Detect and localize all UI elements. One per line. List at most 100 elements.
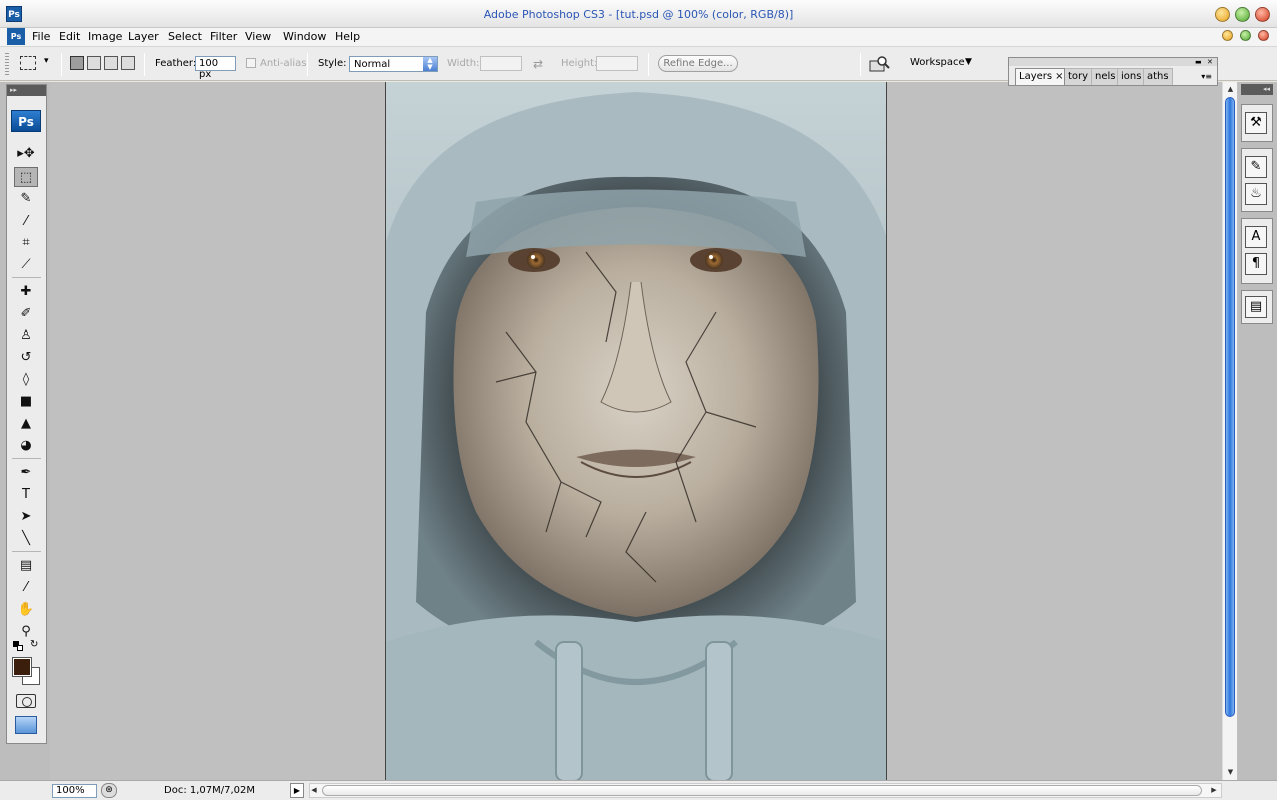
new-selection-icon[interactable]	[70, 56, 84, 70]
slice-tool[interactable]: ⟋	[14, 255, 38, 275]
height-label: Height:	[561, 58, 598, 69]
magic-wand-tool[interactable]: ⁄	[14, 212, 38, 232]
separator	[307, 53, 308, 76]
menu-window[interactable]: Window	[281, 29, 328, 44]
layer-comps-icon[interactable]: ▤	[1245, 296, 1267, 318]
scroll-up-icon[interactable]: ▲	[1223, 85, 1238, 93]
menu-edit[interactable]: Edit	[57, 29, 82, 44]
menu-select[interactable]: Select	[166, 29, 204, 44]
marquee-preset-icon[interactable]	[20, 56, 36, 70]
panel-title-bar[interactable]	[1009, 58, 1217, 66]
intersect-selection-icon[interactable]	[121, 56, 135, 70]
toolbox-collapse-icon[interactable]: ▸▸	[7, 85, 46, 96]
layers-panel: ▬ ✕ Layers × tory nels ions aths ▾≡	[1008, 57, 1218, 86]
eraser-tool[interactable]: ◊	[14, 370, 38, 390]
status-bar: 100% ⊛ Doc: 1,07M/7,02M ▶ ◀ ▶	[0, 780, 1277, 800]
document-canvas[interactable]	[385, 82, 887, 781]
preset-dropdown-arrow[interactable]: ▾	[44, 56, 49, 66]
close-button[interactable]	[1255, 7, 1270, 22]
workspace-dropdown-icon[interactable]: ▼	[965, 57, 972, 67]
menu-layer[interactable]: Layer	[126, 29, 161, 44]
swap-colors-icon[interactable]: ↻	[30, 639, 38, 650]
horizontal-scroll-thumb[interactable]	[322, 785, 1202, 796]
document-close-button[interactable]	[1258, 30, 1269, 41]
swap-width-height-icon[interactable]: ⇄	[533, 57, 543, 71]
panel-close-icon[interactable]: ✕	[1207, 58, 1213, 66]
zoom-field[interactable]: 100%	[52, 784, 97, 798]
tab-history[interactable]: tory	[1064, 68, 1094, 85]
refine-edge-button[interactable]: Refine Edge...	[658, 55, 738, 72]
brush-tool[interactable]: ✐	[14, 304, 38, 324]
tool-separator	[12, 551, 41, 552]
clone-stamp-tool[interactable]: ♙	[14, 326, 38, 346]
style-select[interactable]: Normal ▲ ▼	[349, 56, 438, 72]
screen-mode-icon[interactable]	[15, 716, 37, 734]
dodge-tool[interactable]: ◕	[14, 436, 38, 456]
panel-menu-icon[interactable]: ▾≡	[1201, 72, 1212, 81]
quick-mask-icon[interactable]	[16, 694, 36, 708]
add-to-selection-icon[interactable]	[87, 56, 101, 70]
hand-tool[interactable]: ✋	[14, 600, 38, 620]
paragraph-icon[interactable]: ¶	[1245, 253, 1267, 275]
menu-filter[interactable]: Filter	[208, 29, 239, 44]
tool-presets-icon[interactable]: ⚒	[1245, 112, 1267, 134]
blur-tool[interactable]: ▲	[14, 414, 38, 434]
menu-file[interactable]: File	[30, 29, 52, 44]
path-selection-tool[interactable]: ➤	[14, 507, 38, 527]
bridge-icon[interactable]	[868, 55, 890, 73]
dock-collapse-icon[interactable]: ◂◂	[1241, 84, 1273, 95]
horizontal-scrollbar[interactable]: ◀ ▶	[309, 783, 1222, 798]
panel-minimize-icon[interactable]: ▬	[1195, 58, 1202, 66]
minimize-button[interactable]	[1215, 7, 1230, 22]
character-icon[interactable]: A	[1245, 226, 1267, 248]
type-tool[interactable]: T	[14, 485, 38, 505]
foreground-color-swatch[interactable]	[13, 658, 31, 676]
maximize-button[interactable]	[1235, 7, 1250, 22]
close-icon[interactable]: ×	[1055, 71, 1063, 82]
document-minimize-button[interactable]	[1222, 30, 1233, 41]
document-icon[interactable]: Ps	[7, 28, 25, 45]
tool-separator	[12, 277, 41, 278]
healing-brush-tool[interactable]: ✚	[14, 282, 38, 302]
photoshop-logo[interactable]: Ps	[11, 110, 41, 132]
scroll-left-icon[interactable]: ◀	[308, 786, 320, 794]
move-tool[interactable]: ▸✥	[14, 144, 38, 164]
tab-layers[interactable]: Layers ×	[1015, 68, 1065, 85]
antialias-label: Anti-alias	[260, 58, 307, 69]
menu-image[interactable]: Image	[86, 29, 124, 44]
status-info-icon[interactable]: ⊛	[101, 783, 117, 798]
history-brush-tool[interactable]: ↺	[14, 348, 38, 368]
antialias-checkbox[interactable]	[246, 58, 256, 68]
tab-paths[interactable]: aths	[1143, 68, 1173, 85]
notes-tool[interactable]: ▤	[14, 556, 38, 576]
options-bar-grip[interactable]	[5, 53, 9, 75]
gradient-tool[interactable]: ■	[14, 392, 38, 412]
workspace-menu[interactable]: Workspace	[910, 57, 965, 68]
height-input[interactable]	[596, 56, 638, 71]
width-input[interactable]	[480, 56, 522, 71]
document-maximize-button[interactable]	[1240, 30, 1251, 41]
separator	[144, 53, 145, 76]
brushes-icon[interactable]: ✎	[1245, 156, 1267, 178]
crop-tool[interactable]: ⌗	[14, 233, 38, 253]
lasso-tool[interactable]: ✎	[14, 189, 38, 209]
scroll-right-icon[interactable]: ▶	[1208, 786, 1220, 794]
rectangular-marquee-tool[interactable]: ⬚	[14, 167, 38, 187]
title-bar: Ps Adobe Photoshop CS3 - [tut.psd @ 100%…	[0, 0, 1277, 28]
vertical-scrollbar[interactable]: ▲ ▼	[1222, 82, 1237, 780]
clone-source-icon[interactable]: ♨	[1245, 183, 1267, 205]
eyedropper-tool[interactable]: ⁄	[14, 578, 38, 598]
vertical-scroll-thumb[interactable]	[1225, 97, 1235, 717]
pen-tool[interactable]: ✒	[14, 463, 38, 483]
feather-input[interactable]: 100 px	[195, 56, 236, 80]
status-menu-icon[interactable]: ▶	[290, 783, 304, 798]
chevron-down-icon[interactable]: ▲ ▼	[423, 57, 437, 71]
hooded-portrait-image	[386, 82, 886, 781]
line-tool[interactable]: ╲	[14, 529, 38, 549]
scroll-down-icon[interactable]: ▼	[1223, 768, 1238, 776]
menu-view[interactable]: View	[243, 29, 273, 44]
default-colors-icon[interactable]	[13, 641, 23, 651]
subtract-from-selection-icon[interactable]	[104, 56, 118, 70]
window-title: Adobe Photoshop CS3 - [tut.psd @ 100% (c…	[483, 8, 794, 21]
menu-help[interactable]: Help	[333, 29, 362, 44]
